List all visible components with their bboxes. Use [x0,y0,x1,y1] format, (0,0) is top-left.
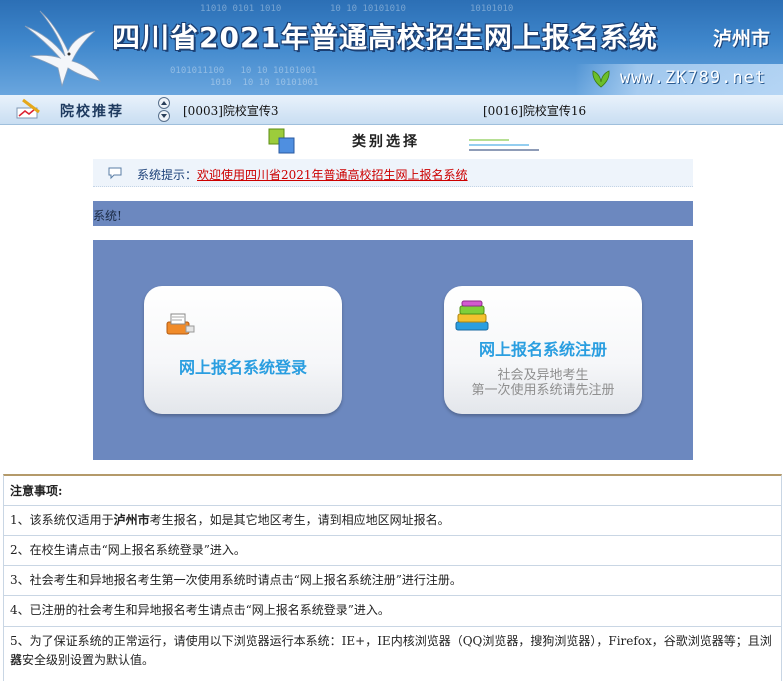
decorative-lines [469,139,539,151]
note-row: 4、已注册的社会考生和异地报名考生请点击“网上报名系统登录”进入。 [4,595,781,627]
notes-heading-row: 注意事项: [4,476,781,506]
scroll-arrows-icon[interactable] [157,97,171,122]
promo-link[interactable]: [0003]院校宣传3 [183,102,279,119]
note-text: 4、已注册的社会考生和异地报名考生请点击“网上报名系统登录”进入。 [10,603,390,617]
binary-decoration: 0101011100 10 10 10101001 [170,66,317,76]
register-subtitle: 社会及异地考生 [497,368,589,383]
register-label[interactable]: 网上报名系统注册 [444,336,642,360]
notice-text[interactable]: 系统提示：欢迎使用四川省2021年普通高校招生网上报名系统 [137,166,468,183]
recommend-label: 院校推荐 [60,104,124,120]
binary-decoration: 10 10 10101010 [330,4,406,14]
binary-decoration: 1010 10 10 10101001 [210,78,319,88]
promo-link[interactable]: [0016]院校宣传16 [483,102,586,119]
binary-decoration: 11010 0101 1010 [200,4,282,14]
marquee-bar: 系统! [93,201,693,226]
login-label[interactable]: 网上报名系统登录 [144,354,342,378]
notice-prefix: 系统提示： [137,168,198,182]
marquee-text: 系统! [93,209,122,223]
notes-table: 注意事项: 1、该系统仅适用于泸州市考生报名，如是其它地区考生，请到相应地区网址… [3,474,782,681]
city-name: 泸州市 [713,28,771,50]
notes-heading: 注意事项: [10,484,63,498]
pencil-chart-icon [16,98,40,119]
binary-decoration: 10101010 [470,4,514,14]
notice-message[interactable]: 欢迎使用四川省2021年普通高校招生网上报名系统 [197,168,468,182]
login-card[interactable]: 网上报名系统登录 [144,286,342,414]
leaf-icon [592,70,610,88]
speech-bubble-icon [108,167,122,180]
header-banner: 11010 0101 1010 10 10 10101010 010101110… [0,0,783,95]
category-icon [268,128,295,154]
note-text: 1、该系统仅适用于泸州市考生报名，如是其它地区考生，请到相应地区网址报名。 [10,513,450,527]
books-icon [455,300,489,331]
entry-panel: 网上报名系统登录 网上报名系统注册 社会及异地考生 第一次使用系统请先注册 [93,240,693,460]
note-text: 器安全级别设置为默认值。 [10,653,155,667]
register-card[interactable]: 网上报名系统注册 社会及异地考生 第一次使用系统请先注册 [444,286,642,414]
note-text: 3、社会考生和异地报名考生第一次使用系统时请点击“网上报名系统注册”进行注册。 [10,573,462,587]
site-url: www.ZK789.net [620,68,767,88]
register-subtitle: 第一次使用系统请先注册 [471,383,615,398]
system-notice: 系统提示：欢迎使用四川省2021年普通高校招生网上报名系统 [93,159,693,187]
note-row: 5、为了保证系统的正常运行，请使用以下浏览器运行本系统：IE+，IE内核浏览器（… [4,626,781,679]
note-text: 2、在校生请点击“网上报名系统登录”进入。 [10,543,246,557]
seagull-icon [24,10,101,88]
printer-icon [166,313,195,335]
recommend-bar: 院校推荐 [0003]院校宣传3 [0016]院校宣传16 [0,95,783,125]
category-title: 类别选择 [352,134,420,150]
note-row: 3、社会考生和异地报名考生第一次使用系统时请点击“网上报名系统注册”进行注册。 [4,565,781,596]
note-row: 1、该系统仅适用于泸州市考生报名，如是其它地区考生，请到相应地区网址报名。 [4,505,781,536]
note-row: 2、在校生请点击“网上报名系统登录”进入。 [4,535,781,566]
system-title: 四川省2021年普通高校招生网上报名系统 [112,21,658,54]
